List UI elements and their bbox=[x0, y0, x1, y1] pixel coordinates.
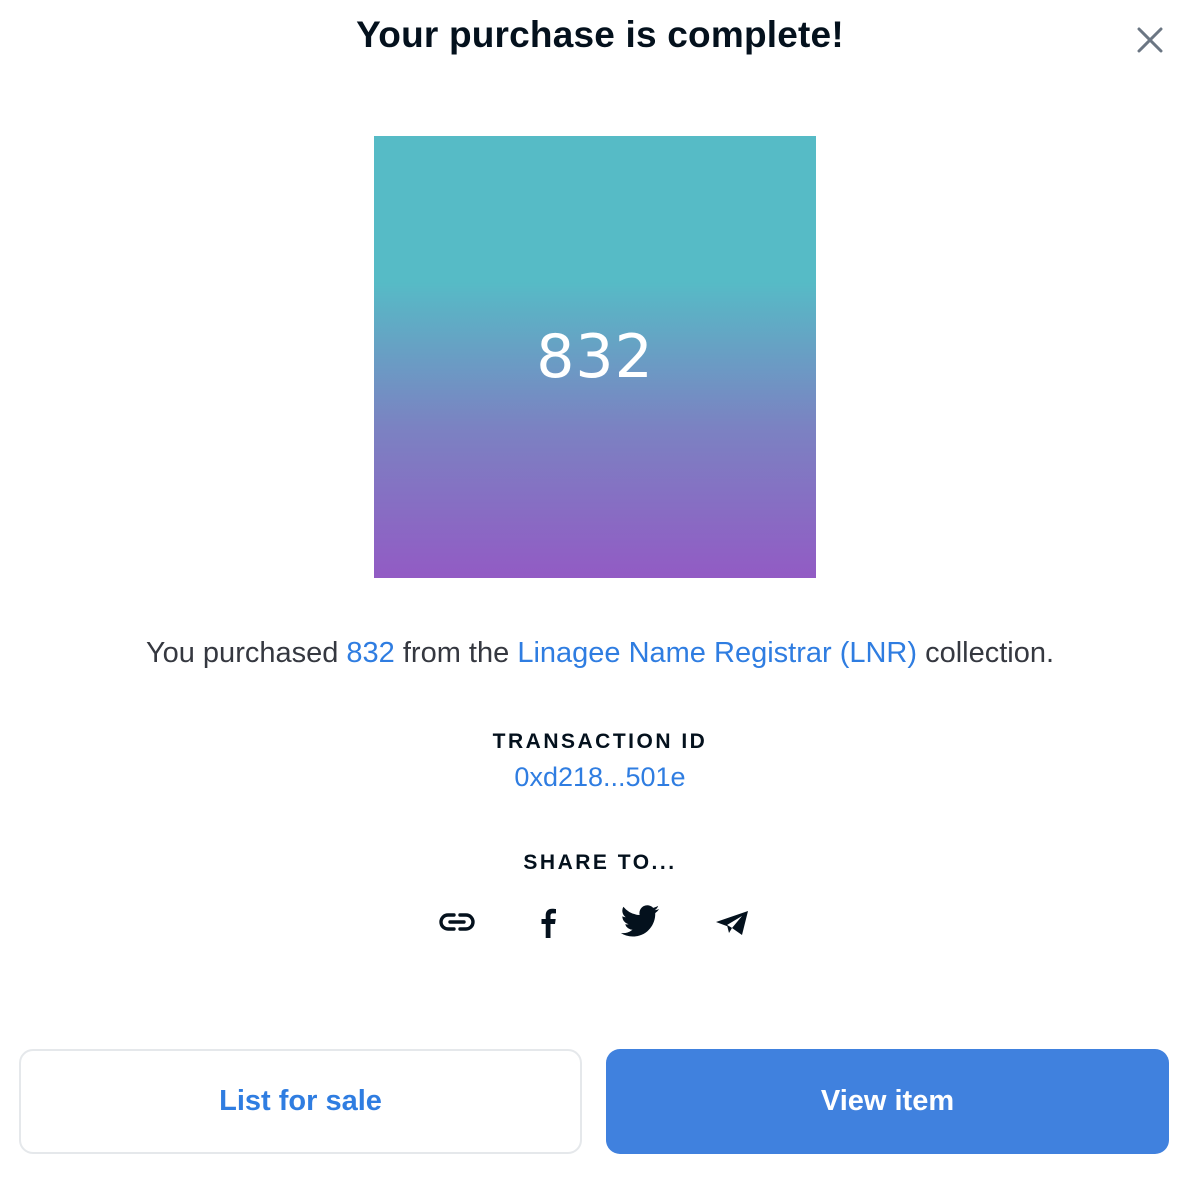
telegram-icon bbox=[716, 911, 748, 935]
transaction-id-label: TRANSACTION ID bbox=[492, 730, 708, 753]
view-item-button[interactable]: View item bbox=[606, 1049, 1169, 1154]
view-item-label: View item bbox=[820, 1085, 955, 1117]
summary-suffix: collection. bbox=[917, 637, 1055, 669]
facebook-icon bbox=[541, 908, 556, 938]
share-telegram-button[interactable] bbox=[710, 900, 754, 944]
nft-image: 832 bbox=[374, 136, 816, 578]
collection-link[interactable]: Linagee Name Registrar (LNR) bbox=[517, 637, 917, 669]
list-for-sale-label: List for sale bbox=[219, 1085, 382, 1117]
modal-title: Your purchase is complete! bbox=[356, 14, 844, 55]
link-icon bbox=[439, 913, 475, 931]
list-for-sale-button[interactable]: List for sale bbox=[19, 1049, 582, 1154]
share-twitter-button[interactable] bbox=[618, 900, 662, 944]
close-button[interactable] bbox=[1128, 20, 1172, 64]
transaction-id-value[interactable]: 0xd218...501e bbox=[514, 762, 685, 792]
item-link[interactable]: 832 bbox=[346, 637, 394, 669]
share-icons-row bbox=[0, 900, 1200, 944]
share-facebook-button[interactable] bbox=[526, 900, 570, 944]
share-copy-link-button[interactable] bbox=[435, 900, 479, 944]
twitter-icon bbox=[620, 905, 660, 937]
summary-middle: from the bbox=[394, 637, 518, 669]
close-icon bbox=[1137, 27, 1163, 53]
transaction-id-link[interactable]: 0xd218...501e bbox=[0, 762, 1200, 793]
summary-prefix: You purchased bbox=[145, 637, 347, 669]
purchase-summary: You purchased 832 from the Linagee Name … bbox=[0, 637, 1200, 670]
nft-image-label: 832 bbox=[536, 322, 654, 392]
share-to-label: SHARE TO... bbox=[523, 851, 677, 874]
purchase-complete-modal: Your purchase is complete! 832 You purch… bbox=[0, 0, 1200, 1178]
